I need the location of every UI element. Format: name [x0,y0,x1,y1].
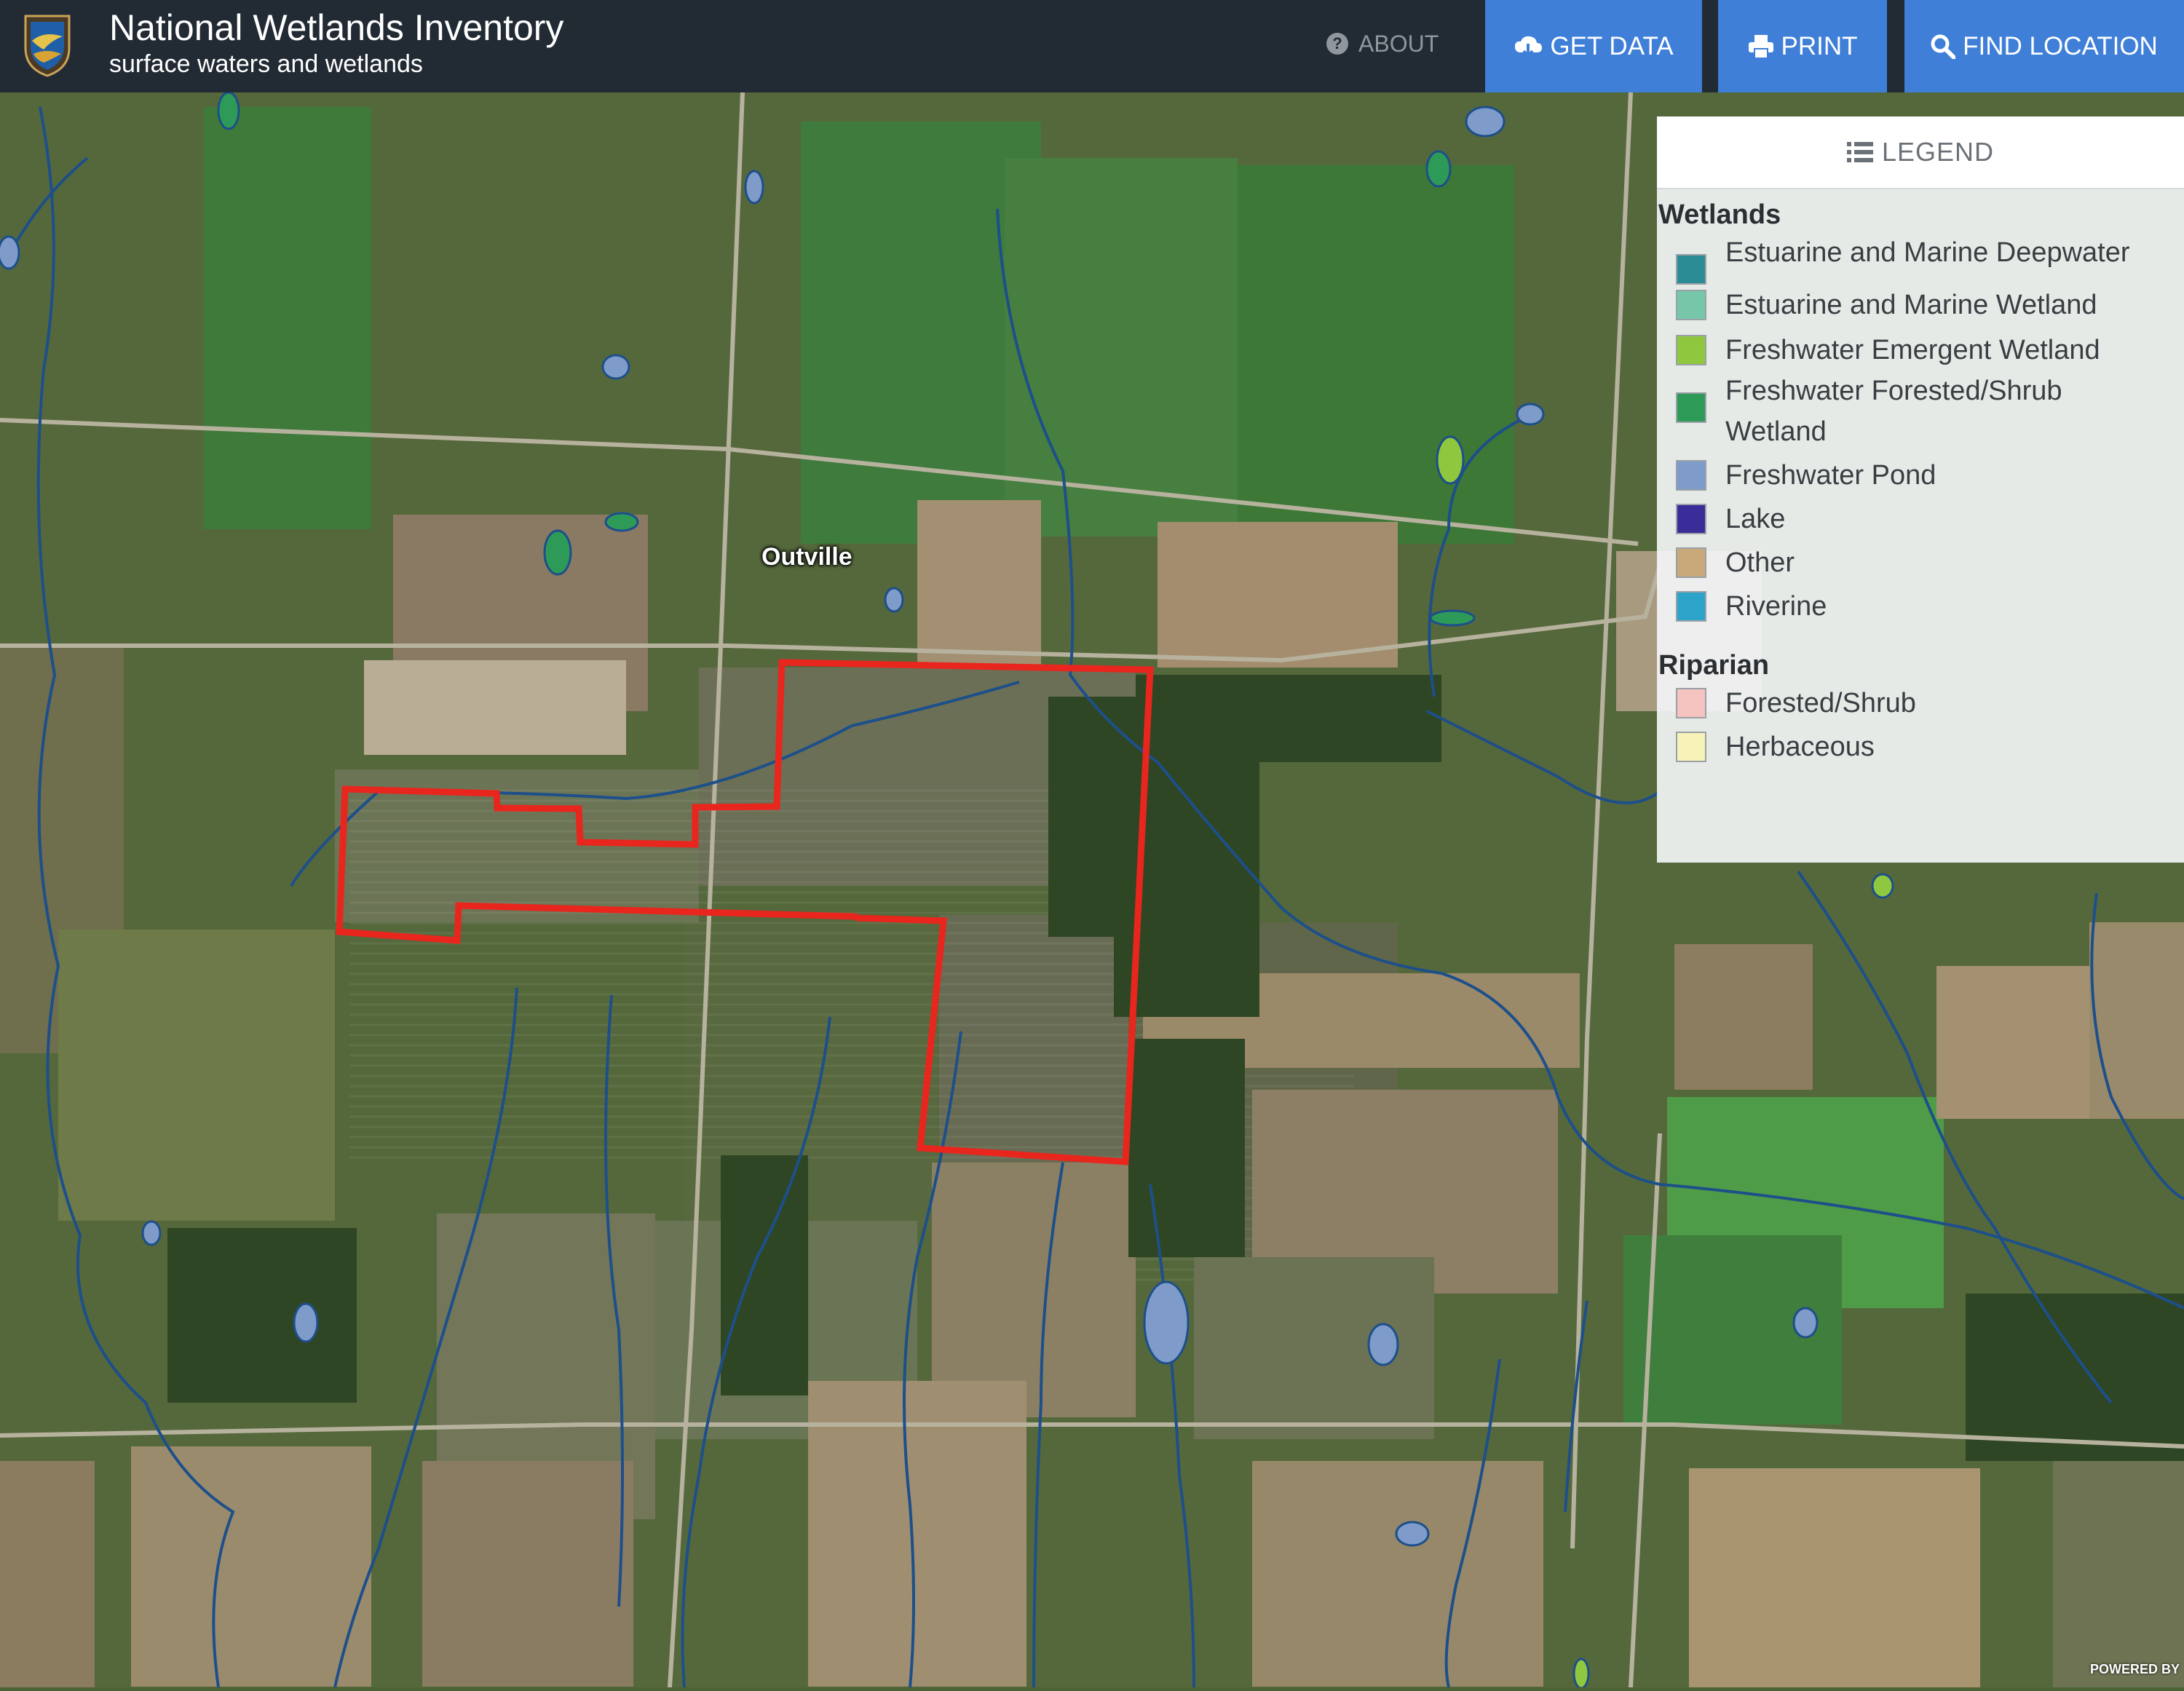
legend-label: Freshwater Forested/Shrub Wetland [1725,376,2062,447]
legend-swatch [1676,392,1706,423]
legend-swatch [1676,460,1706,491]
search-icon [1931,34,1956,59]
legend-item: Freshwater Forested/Shrub Wetland [1657,371,2184,452]
legend-item: Herbaceous [1657,726,2184,767]
legend-item: Estuarine and Marine Wetland [1657,285,2184,325]
get-data-label: GET DATA [1550,31,1674,60]
print-button[interactable]: PRINT [1718,0,1887,92]
app-title: National Wetlands Inventory [109,7,564,48]
legend-label: Herbaceous [1725,732,1875,762]
legend-swatch [1676,335,1706,365]
legend-section-riparian: Riparian [1658,650,1770,681]
app-subtitle: surface waters and wetlands [109,50,423,78]
cloud-download-icon [1515,36,1543,58]
list-icon [1846,142,1873,162]
legend-toggle[interactable]: LEGEND [1657,116,2184,189]
legend-swatch [1676,547,1706,578]
legend-label: Estuarine and Marine Wetland [1725,290,2097,320]
about-link[interactable]: ? ABOUT [1326,22,1439,66]
legend-swatch [1676,504,1706,534]
print-label: PRINT [1781,31,1858,60]
legend-label: Freshwater Emergent Wetland [1725,335,2100,365]
legend-label: Riverine [1725,591,1827,622]
legend-swatch [1676,290,1706,320]
app-header: National Wetlands Inventory surface wate… [0,0,2184,92]
legend-section-wetlands: Wetlands [1658,199,1781,230]
legend-list-riparian: Forested/Shrub Herbaceous [1657,683,2184,767]
legend-panel: LEGEND Wetlands Estuarine and Marine Dee… [1657,116,2184,863]
legend-label: Freshwater Pond [1725,460,1936,491]
find-location-label: FIND LOCATION [1963,31,2158,60]
legend-swatch [1676,254,1706,285]
legend-list-wetlands: Estuarine and Marine Deepwater Estuarine… [1657,232,2184,627]
place-label-outville: Outville [761,543,852,571]
find-location-button[interactable]: FIND LOCATION [1904,0,2184,92]
legend-label: Forested/Shrub [1725,688,1916,718]
about-label: ABOUT [1358,31,1439,57]
legend-label: Estuarine and Marine Deepwater [1725,237,2130,268]
legend-swatch [1676,591,1706,622]
legend-swatch [1676,732,1706,762]
get-data-button[interactable]: GET DATA [1485,0,1702,92]
question-circle-icon: ? [1326,33,1348,55]
legend-label: Other [1725,547,1795,578]
legend-item: Freshwater Pond [1657,455,2184,496]
legend-item: Lake [1657,499,2184,539]
printer-icon [1748,34,1773,59]
legend-item: Other [1657,542,2184,583]
legend-swatch [1676,688,1706,718]
legend-item: Riverine [1657,586,2184,627]
legend-title: LEGEND [1881,137,1995,167]
legend-item: Forested/Shrub [1657,683,2184,724]
legend-item: Estuarine and Marine Deepwater [1657,232,2184,285]
usfws-logo-icon[interactable] [22,12,73,77]
legend-label: Lake [1725,504,1786,534]
legend-item: Freshwater Emergent Wetland [1657,330,2184,371]
map-attribution[interactable]: POWERED BY [2090,1662,2180,1677]
